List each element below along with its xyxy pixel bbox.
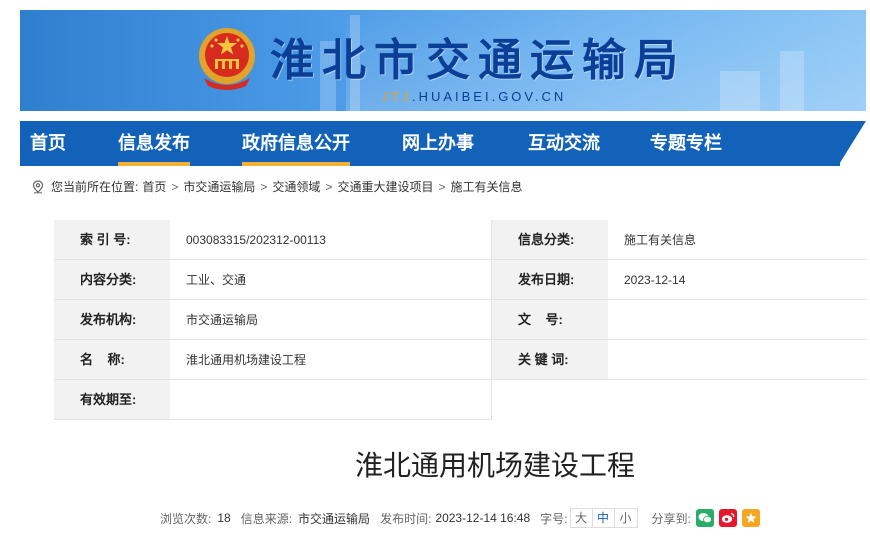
fontsize-small-button[interactable]: 小: [615, 509, 637, 527]
article-meta: 浏览次数: 18 信息来源: 市交通运输局 发布时间: 2023-12-14 1…: [160, 508, 760, 528]
index-value: 003083315/202312-00113: [170, 220, 492, 260]
breadcrumb-separator: >: [325, 179, 333, 194]
share-label: 分享到:: [651, 511, 691, 526]
breadcrumb: 您当前所在位置: 首页 > 市交通运输局 > 交通领域 > 交通重大建设项目 >…: [31, 178, 522, 195]
domain-highlight: JTJ: [382, 89, 412, 104]
qzone-share-button[interactable]: [741, 509, 760, 527]
national-emblem-icon: [199, 28, 255, 90]
fontsize-label: 字号:: [540, 511, 568, 526]
views-value: 18: [217, 511, 231, 525]
valid-label: 有效期至:: [54, 380, 170, 420]
fontsize-large-button[interactable]: 大: [571, 509, 593, 527]
org-label: 发布机构:: [54, 300, 170, 340]
category-label: 信息分类:: [492, 220, 608, 260]
wechat-share-button[interactable]: [695, 509, 714, 527]
valid-value: [170, 380, 492, 420]
index-label: 索 引 号:: [54, 220, 170, 260]
nav-item-gov-info[interactable]: 政府信息公开: [242, 121, 350, 166]
breadcrumb-major-projects[interactable]: 交通重大建设项目: [337, 178, 433, 195]
views-label: 浏览次数:: [160, 511, 212, 526]
breadcrumb-bureau[interactable]: 市交通运输局: [183, 178, 255, 195]
nav-item-special[interactable]: 专题专栏: [650, 121, 722, 166]
site-banner: 淮北市交通运输局 JTJ.HUAIBEI.GOV.CN: [20, 10, 866, 111]
site-domain: JTJ.HUAIBEI.GOV.CN: [382, 89, 566, 104]
time-label: 发布时间:: [380, 511, 432, 526]
breadcrumb-separator: >: [438, 179, 446, 194]
org-value: 市交通运输局: [170, 300, 492, 340]
breadcrumb-transport-field[interactable]: 交通领域: [272, 178, 320, 195]
site-title: 淮北市交通运输局: [270, 35, 686, 86]
source-label: 信息来源:: [240, 511, 293, 526]
breadcrumb-home[interactable]: 首页: [142, 178, 166, 195]
nav-item-home[interactable]: 首页: [30, 121, 66, 166]
content-value: 工业、交通: [170, 260, 492, 300]
info-row: 内容分类: 工业、交通 发布日期: 2023-12-14: [54, 260, 866, 300]
domain-rest: .HUAIBEI.GOV.CN: [411, 89, 567, 104]
breadcrumb-separator: >: [171, 179, 179, 194]
nav-item-interaction[interactable]: 互动交流: [528, 121, 600, 166]
breadcrumb-separator: >: [260, 179, 268, 194]
nav-item-info-release[interactable]: 信息发布: [118, 121, 190, 166]
fontsize-medium-button[interactable]: 中: [593, 509, 615, 527]
date-value: 2023-12-14: [608, 260, 866, 300]
fontsize-switcher: 大 中 小: [569, 508, 638, 528]
info-row: 名 称: 淮北通用机场建设工程 关 键 词:: [54, 340, 866, 380]
nav-item-online-service[interactable]: 网上办事: [402, 121, 474, 166]
info-row: 索 引 号: 003083315/202312-00113 信息分类: 施工有关…: [54, 220, 866, 260]
breadcrumb-construction-info[interactable]: 施工有关信息: [450, 178, 522, 195]
keyword-value: [608, 340, 866, 380]
name-value: 淮北通用机场建设工程: [170, 340, 492, 380]
source-value: 市交通运输局: [298, 511, 371, 526]
weibo-icon: [721, 512, 735, 523]
docno-label: 文 号:: [492, 300, 608, 340]
category-value: 施工有关信息: [608, 220, 866, 260]
breadcrumb-prefix: 您当前所在位置:: [51, 180, 139, 194]
date-label: 发布日期:: [492, 260, 608, 300]
weibo-share-button[interactable]: [718, 509, 737, 527]
wechat-icon: [698, 513, 712, 524]
time-value: 2023-12-14 16:48: [435, 511, 531, 525]
content-label: 内容分类:: [54, 260, 170, 300]
keyword-label: 关 键 词:: [492, 340, 608, 380]
docno-value: [608, 300, 866, 340]
info-row: 发布机构: 市交通运输局 文 号:: [54, 300, 866, 340]
banner-building: [720, 71, 760, 111]
name-label: 名 称:: [54, 340, 170, 380]
banner-building: [780, 51, 804, 111]
article-title: 淮北通用机场建设工程: [354, 450, 635, 481]
info-row: 有效期至:: [54, 380, 492, 420]
main-nav: 首页 信息发布 政府信息公开 网上办事 互动交流 专题专栏: [20, 121, 840, 166]
nav-tail-decoration: [838, 121, 866, 166]
qzone-star-icon: [745, 512, 757, 523]
location-pin-icon: [32, 179, 44, 193]
